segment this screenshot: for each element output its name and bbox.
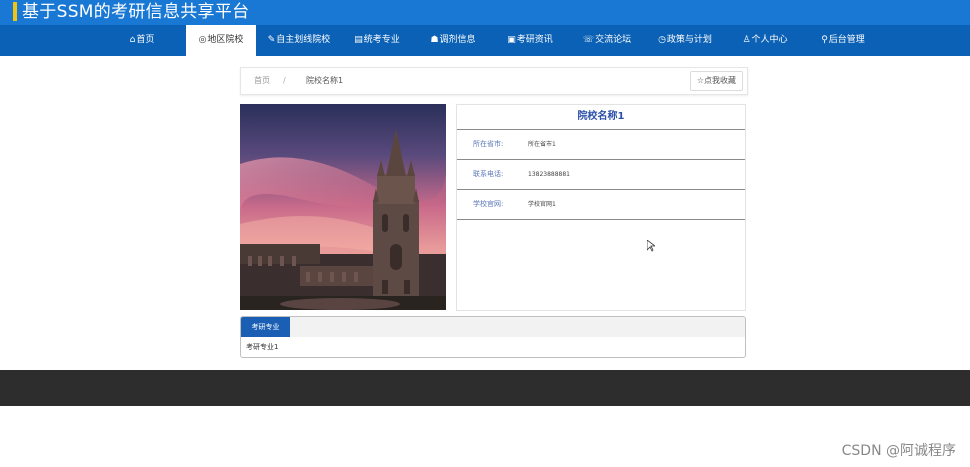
nav-label: 地区院校 — [207, 35, 244, 45]
nav-item-self-line-schools[interactable]: ✎自主划线院校 — [262, 25, 336, 56]
school-photo — [240, 104, 446, 310]
page-footer — [0, 370, 970, 406]
mouse-cursor-icon — [646, 237, 657, 256]
news-icon: ▣ — [507, 35, 516, 45]
site-title: 基于SSM的考研信息共享平台 — [22, 2, 250, 22]
nav-label: 统考专业 — [363, 35, 400, 45]
main-nav: ⌂首页 ◎地区院校 ✎自主划线院校 ▤统考专业 ☗调剂信息 ▣考研资讯 ☏交流论… — [0, 25, 970, 56]
nav-item-forum[interactable]: ☏交流论坛 — [572, 25, 642, 56]
title-accent-bar — [13, 2, 17, 21]
school-info-card: 院校名称1 所在省市: 所在省市1 联系电话: 13823888881 学校官网… — [456, 104, 746, 311]
user-icon: ♙ — [742, 35, 751, 45]
clock-icon: ◷ — [658, 35, 666, 45]
school-photo-illustration — [240, 104, 446, 310]
nav-label: 后台管理 — [828, 35, 865, 45]
nav-label: 自主划线院校 — [276, 35, 331, 45]
nav-item-personal-center[interactable]: ♙个人中心 — [730, 25, 800, 56]
nav-item-admin[interactable]: ⚲后台管理 — [808, 25, 878, 56]
breadcrumb-separator: / — [283, 76, 286, 85]
tab-content: 考研专业1 — [246, 343, 279, 351]
edit-icon: ✎ — [267, 35, 276, 45]
nav-item-news[interactable]: ▣考研资讯 — [495, 25, 565, 56]
website-label: 学校官网: — [473, 200, 504, 208]
nav-label: 考研资讯 — [516, 35, 553, 45]
phone-icon: ☏ — [582, 35, 595, 45]
nav-label: 交流论坛 — [595, 35, 632, 45]
school-name: 院校名称1 — [457, 105, 745, 130]
tabs-header: 考研专业 — [241, 317, 745, 337]
info-row-phone: 联系电话: 13823888881 — [457, 160, 745, 190]
link-icon: ⚲ — [821, 35, 828, 45]
star-icon: ☆ — [696, 76, 704, 85]
province-label: 所在省市: — [473, 140, 504, 148]
favorite-button[interactable]: ☆点我收藏 — [689, 71, 743, 91]
breadcrumb-current: 院校名称1 — [306, 76, 344, 85]
top-header: 基于SSM的考研信息共享平台 — [0, 0, 970, 25]
nav-item-policy-plan[interactable]: ◷政策与计划 — [650, 25, 720, 56]
province-value: 所在省市1 — [528, 141, 556, 148]
nav-label: 个人中心 — [751, 35, 788, 45]
tab-graduate-majors[interactable]: 考研专业 — [241, 317, 290, 337]
watermark: CSDN @阿诚程序 — [841, 443, 956, 459]
breadcrumb-home[interactable]: 首页 — [254, 68, 270, 94]
detail-tabs: 考研专业 考研专业1 — [240, 316, 746, 358]
info-row-website: 学校官网: 学校官网1 — [457, 190, 745, 220]
phone-value: 13823888881 — [528, 171, 570, 178]
nav-item-adjustment-info[interactable]: ☗调剂信息 — [418, 25, 488, 56]
favorite-label: 点我收藏 — [704, 76, 736, 85]
breadcrumb: 首页 / 院校名称1 ☆点我收藏 — [240, 67, 748, 95]
nav-label: 政策与计划 — [666, 35, 712, 45]
nav-item-unified-majors[interactable]: ▤统考专业 — [342, 25, 412, 56]
list-icon: ▤ — [354, 35, 363, 45]
nav-label: 调剂信息 — [439, 35, 476, 45]
graduation-cap-icon: ☗ — [430, 35, 439, 45]
nav-label: 首页 — [136, 35, 155, 45]
website-value[interactable]: 学校官网1 — [528, 190, 556, 219]
phone-label: 联系电话: — [473, 170, 504, 178]
info-row-province: 所在省市: 所在省市1 — [457, 130, 745, 160]
nav-item-home[interactable]: ⌂首页 — [107, 25, 177, 56]
nav-item-regional-schools[interactable]: ◎地区院校 — [186, 25, 256, 56]
home-icon: ⌂ — [129, 35, 136, 45]
location-icon: ◎ — [198, 35, 207, 45]
